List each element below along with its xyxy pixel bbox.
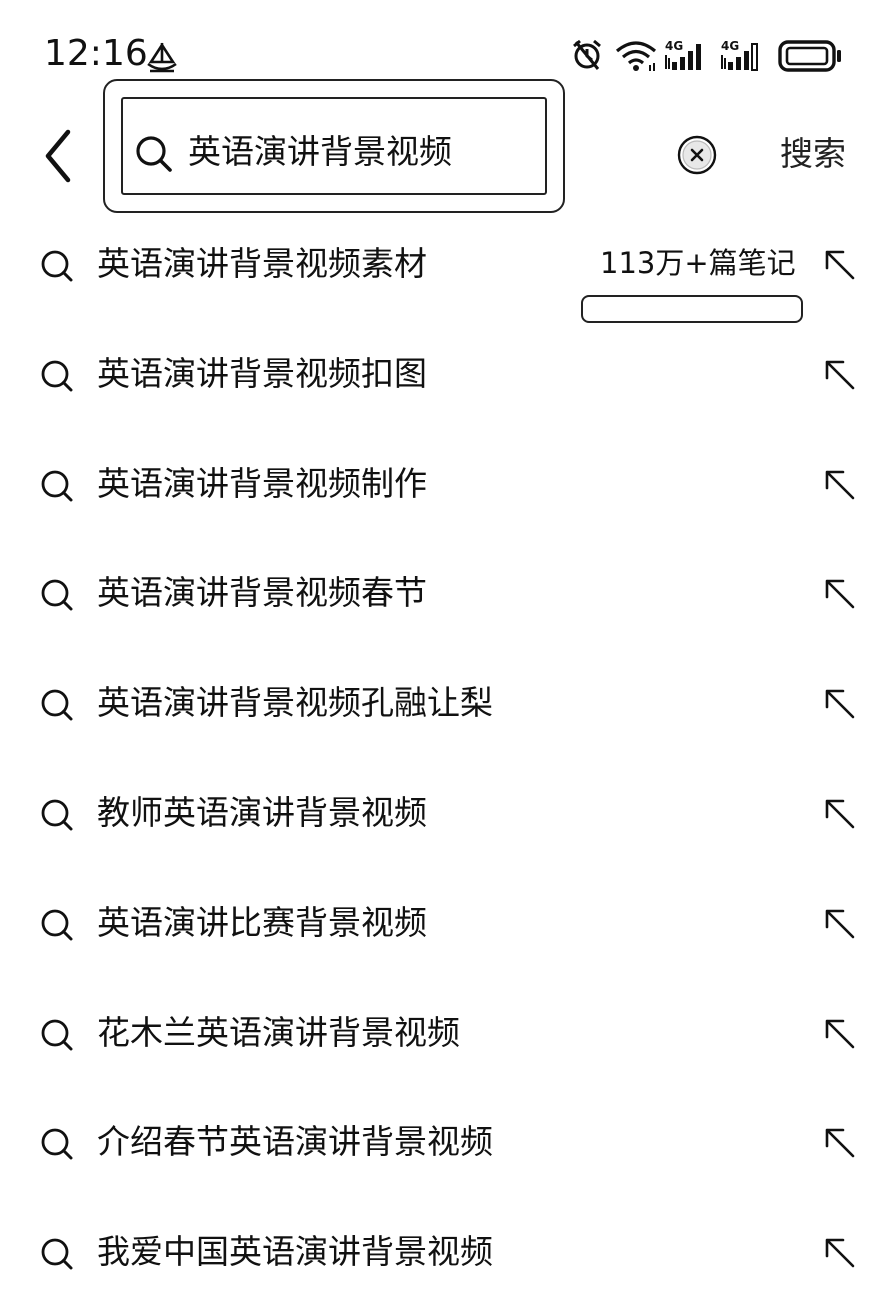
suggestion-label: 花木兰英语演讲背景视频 — [97, 1012, 460, 1052]
search-icon — [40, 469, 74, 503]
fill-query-arrow-icon[interactable] — [823, 797, 857, 831]
cellular-signal-icon: 4G — [664, 38, 712, 72]
suggestion-item[interactable]: 花木兰英语演讲背景视频 — [0, 979, 890, 1089]
clear-icon — [676, 134, 718, 176]
suggestion-item[interactable]: 英语演讲比赛背景视频 — [0, 869, 890, 979]
search-icon — [40, 578, 74, 612]
suggestion-label: 英语演讲背景视频扣图 — [97, 353, 427, 393]
fill-query-arrow-icon[interactable] — [823, 907, 857, 941]
suggestion-label: 英语演讲背景视频春节 — [97, 573, 427, 613]
suggestion-label: 我爱中国英语演讲背景视频 — [97, 1232, 493, 1272]
suggestion-item[interactable]: 我爱中国英语演讲背景视频 — [0, 1198, 890, 1308]
suggestion-label: 介绍春节英语演讲背景视频 — [97, 1122, 493, 1162]
boat-notification-icon — [145, 40, 179, 74]
suggestion-item[interactable]: 英语演讲背景视频扣图 — [0, 320, 890, 430]
back-arrow-icon — [36, 126, 86, 186]
suggestion-list: 英语演讲背景视频素材 113万+篇笔记 英语演讲背景视频扣图 英语演讲背景视频制… — [0, 210, 890, 1308]
search-icon — [40, 359, 74, 393]
suggestion-highlight-bar — [581, 295, 803, 323]
network-label-2: 4G — [721, 39, 739, 53]
suggestion-label: 英语演讲比赛背景视频 — [97, 902, 427, 942]
fill-query-arrow-icon[interactable] — [823, 1126, 857, 1160]
suggestion-item[interactable]: 英语演讲背景视频春节 — [0, 539, 890, 649]
search-submit-button[interactable]: 搜索 — [780, 130, 846, 178]
search-icon — [40, 1237, 74, 1271]
search-icon — [40, 908, 74, 942]
suggestion-item[interactable]: 英语演讲背景视频制作 — [0, 430, 890, 540]
suggestion-item[interactable]: 英语演讲背景视频素材 113万+篇笔记 — [0, 210, 890, 323]
wifi-icon — [614, 39, 658, 73]
status-bar: 12:16 4G 4G — [0, 0, 890, 80]
suggestion-label: 英语演讲背景视频制作 — [97, 463, 427, 503]
search-query-text[interactable]: 英语演讲背景视频 — [188, 128, 452, 176]
fill-query-arrow-icon[interactable] — [823, 1017, 857, 1051]
fill-query-arrow-icon[interactable] — [823, 468, 857, 502]
suggestion-label: 英语演讲背景视频素材 — [97, 244, 427, 283]
suggestion-label: 教师英语演讲背景视频 — [97, 792, 427, 832]
network-label-1: 4G — [665, 39, 683, 53]
search-icon — [40, 798, 74, 832]
status-time: 12:16 — [44, 33, 148, 74]
fill-query-arrow-icon[interactable] — [823, 248, 857, 282]
suggestion-label: 英语演讲背景视频孔融让梨 — [97, 683, 493, 723]
suggestion-item[interactable]: 教师英语演讲背景视频 — [0, 759, 890, 869]
search-icon — [134, 134, 174, 174]
cellular-signal-icon: 4G — [720, 38, 768, 72]
battery-icon — [778, 40, 844, 72]
search-icon — [40, 1018, 74, 1052]
search-icon — [40, 249, 74, 283]
search-icon — [40, 1127, 74, 1161]
fill-query-arrow-icon[interactable] — [823, 358, 857, 392]
alarm-icon — [570, 38, 604, 72]
back-button[interactable] — [36, 126, 86, 186]
fill-query-arrow-icon[interactable] — [823, 1236, 857, 1270]
suggestion-item[interactable]: 介绍春节英语演讲背景视频 — [0, 1088, 890, 1198]
fill-query-arrow-icon[interactable] — [823, 577, 857, 611]
suggestion-note-count: 113万+篇笔记 — [600, 246, 796, 280]
suggestion-item[interactable]: 英语演讲背景视频孔融让梨 — [0, 649, 890, 759]
fill-query-arrow-icon[interactable] — [823, 687, 857, 721]
search-icon — [40, 688, 74, 722]
clear-button[interactable] — [676, 134, 718, 176]
